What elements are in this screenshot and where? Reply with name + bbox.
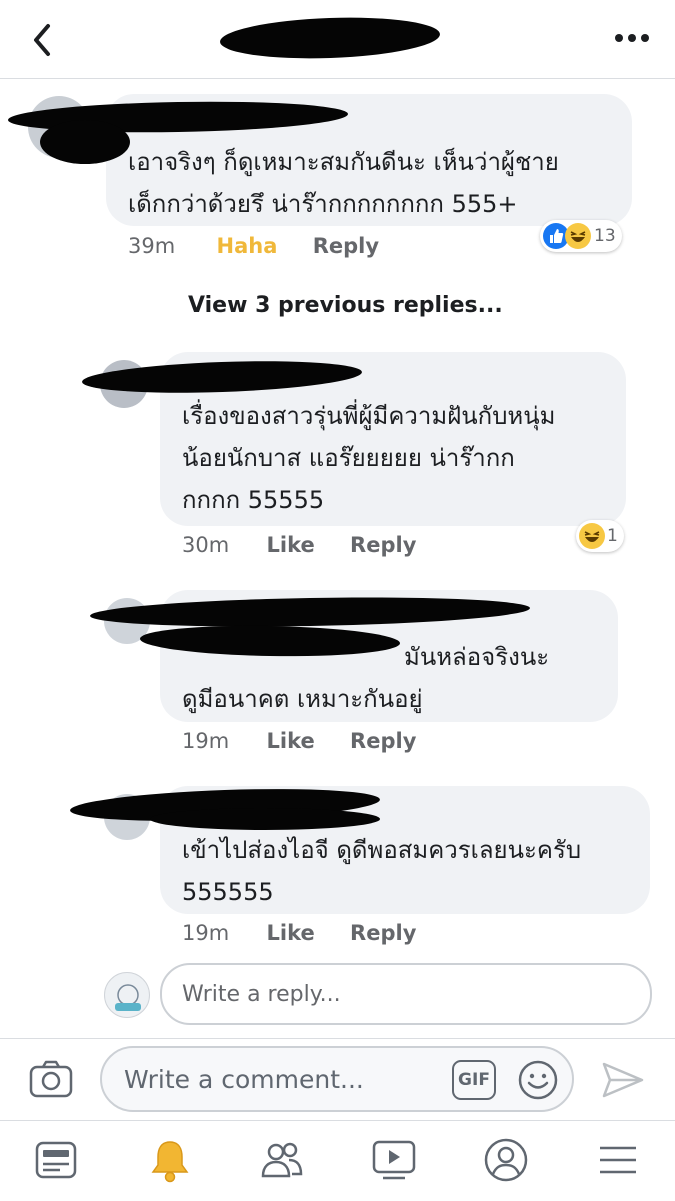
comment-meta: 19m Like Reply bbox=[182, 921, 482, 945]
reply-link[interactable]: Reply bbox=[350, 921, 416, 945]
redacted-author bbox=[40, 120, 130, 164]
reply-link[interactable]: Reply bbox=[350, 533, 416, 557]
gif-button[interactable]: GIF bbox=[452, 1060, 496, 1100]
comment-time: 19m bbox=[182, 729, 230, 753]
friends-icon bbox=[261, 1142, 303, 1178]
comment-time: 30m bbox=[182, 533, 230, 557]
bottom-tab-bar bbox=[0, 1120, 675, 1201]
reply-link[interactable]: Reply bbox=[350, 729, 416, 753]
comment-time: 39m bbox=[128, 234, 176, 258]
comment-meta: 30m Like Reply bbox=[182, 533, 482, 557]
watch-icon bbox=[372, 1140, 416, 1180]
comment-input[interactable]: Write a comment... bbox=[100, 1046, 574, 1112]
reaction-summary[interactable]: 13 bbox=[540, 220, 622, 252]
reaction-summary[interactable]: 1 bbox=[576, 520, 624, 552]
tab-profile[interactable] bbox=[476, 1130, 536, 1190]
emoji-icon bbox=[518, 1060, 558, 1100]
camera-icon bbox=[29, 1060, 73, 1098]
reply-link[interactable]: Reply bbox=[313, 234, 379, 258]
comment-meta: 19m Like Reply bbox=[182, 729, 482, 753]
haha-reaction-icon bbox=[565, 223, 591, 249]
send-button[interactable] bbox=[600, 1058, 646, 1102]
haha-reaction-icon bbox=[579, 523, 605, 549]
comment-placeholder: Write a comment... bbox=[124, 1064, 364, 1094]
emoji-button[interactable] bbox=[516, 1058, 560, 1102]
menu-icon bbox=[600, 1146, 636, 1174]
like-link[interactable]: Like bbox=[267, 729, 315, 753]
comment-text: เอาจริงๆ ก็ดูเหมาะสมกันดีนะ เห็นว่าผู้ชา… bbox=[128, 148, 559, 218]
tab-news-feed[interactable] bbox=[26, 1130, 86, 1190]
chevron-left-icon bbox=[34, 24, 50, 56]
news-feed-icon bbox=[35, 1141, 77, 1179]
comment-text: เข้าไปส่องไอจี ดูดีพอสมควรเลยนะครับ 5555… bbox=[182, 836, 582, 906]
back-button[interactable] bbox=[28, 20, 58, 60]
redacted-title bbox=[219, 14, 441, 62]
more-options-button[interactable] bbox=[612, 26, 652, 50]
camera-button[interactable] bbox=[28, 1058, 74, 1100]
comment-text: เรื่องของสาวรุ่นพี่ผู้มีความฝันกับหนุ่ม … bbox=[182, 402, 556, 514]
notifications-bell-icon bbox=[151, 1141, 189, 1183]
reply-placeholder: Write a reply... bbox=[182, 981, 341, 1007]
reaction-count: 13 bbox=[594, 226, 616, 246]
top-bar bbox=[0, 0, 675, 79]
tab-notifications[interactable] bbox=[140, 1130, 200, 1190]
tab-watch[interactable] bbox=[364, 1130, 424, 1190]
like-link[interactable]: Like bbox=[267, 533, 315, 557]
haha-reaction-link[interactable]: Haha bbox=[217, 234, 278, 258]
gif-icon: GIF bbox=[458, 1070, 490, 1090]
my-avatar bbox=[104, 972, 150, 1018]
reaction-count: 1 bbox=[607, 526, 618, 546]
tab-menu[interactable] bbox=[588, 1130, 648, 1190]
view-previous-replies[interactable]: View 3 previous replies... bbox=[188, 293, 503, 318]
tab-friends[interactable] bbox=[252, 1130, 312, 1190]
comment-meta: 39m Haha Reply bbox=[128, 234, 428, 258]
more-dots-icon bbox=[615, 34, 649, 42]
comment-time: 19m bbox=[182, 921, 230, 945]
profile-icon bbox=[484, 1138, 528, 1182]
redacted-author bbox=[150, 808, 380, 830]
send-icon bbox=[602, 1062, 644, 1098]
reply-input[interactable]: Write a reply... bbox=[160, 963, 652, 1025]
like-link[interactable]: Like bbox=[267, 921, 315, 945]
comment-text: มันหล่อจริงนะ ดูมีอนาคต เหมาะกันอยู่ bbox=[182, 643, 550, 713]
